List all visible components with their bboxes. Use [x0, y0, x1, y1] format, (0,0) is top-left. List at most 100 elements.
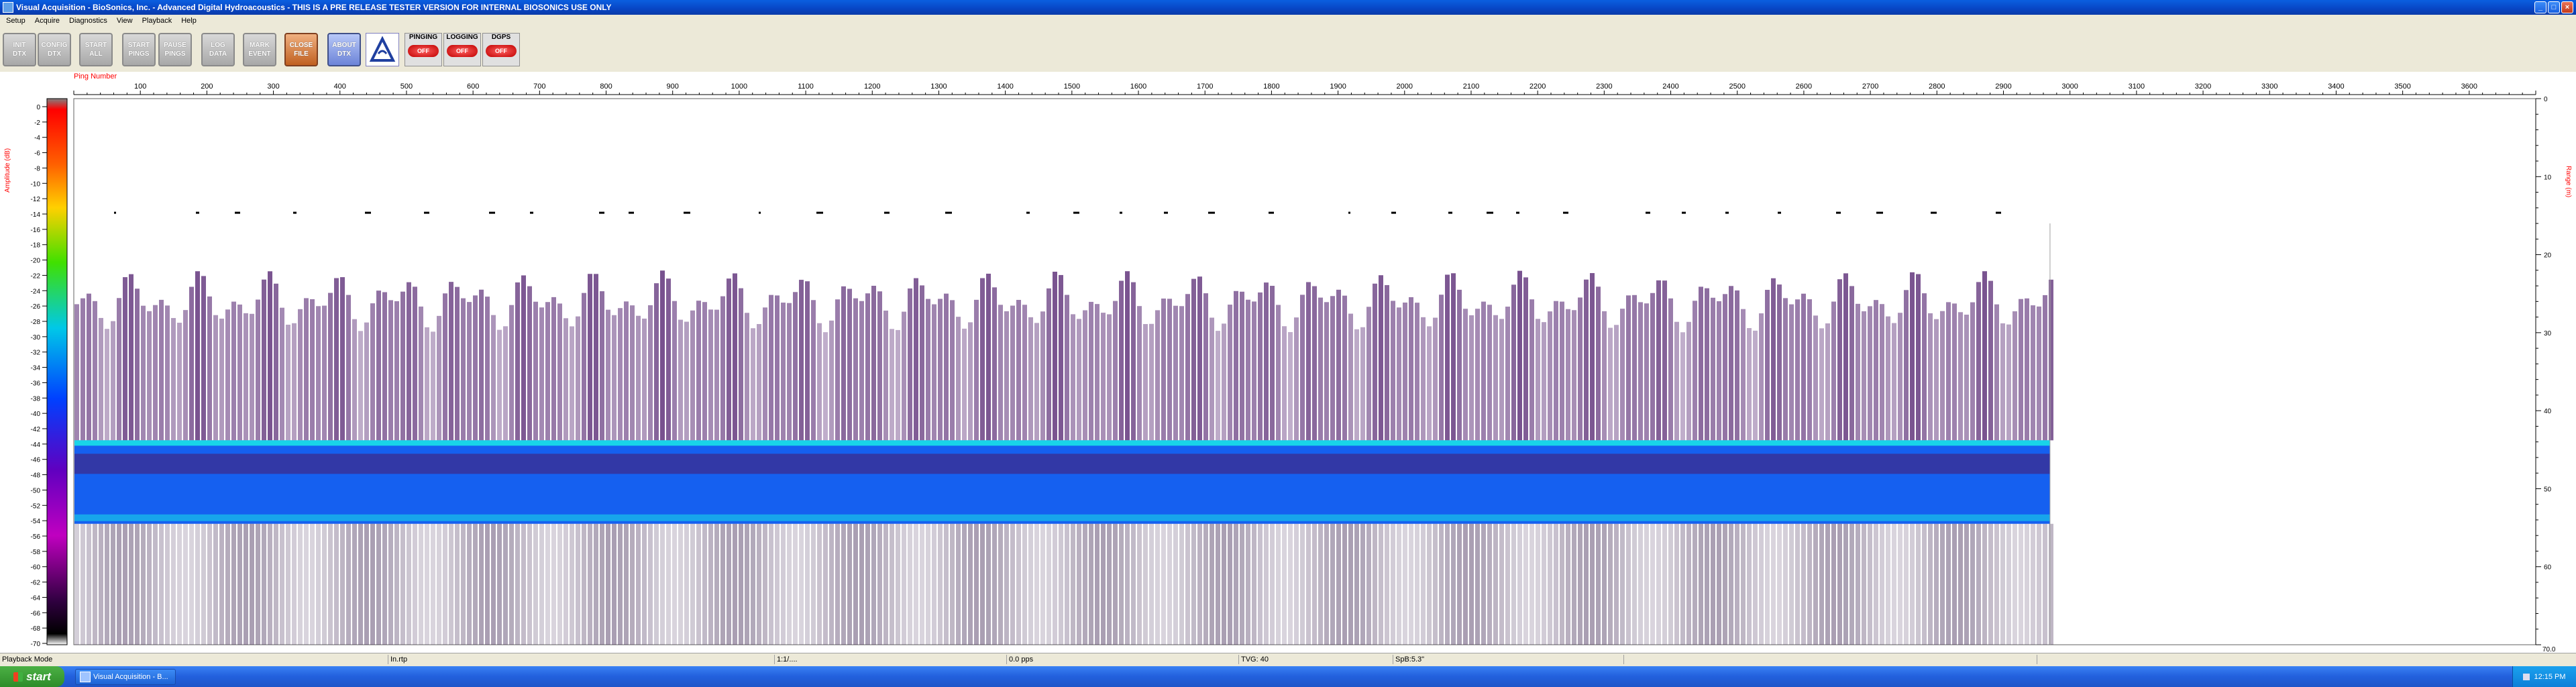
- menu-acquire[interactable]: Acquire: [30, 17, 64, 25]
- close-button[interactable]: ×: [2561, 1, 2573, 13]
- bottom-noise-column: [479, 523, 484, 645]
- bottom-noise-column: [425, 523, 429, 645]
- bottom-noise-column: [141, 523, 146, 645]
- scatter-column: [111, 321, 115, 441]
- bottom-noise-column: [1493, 523, 1498, 645]
- scatter-column: [1457, 289, 1462, 441]
- clock[interactable]: 12:15 PM: [2534, 673, 2565, 681]
- bottom-noise-column: [612, 523, 616, 645]
- logging-label: LOGGING: [446, 34, 478, 41]
- init-dtx-button[interactable]: INIT DTX: [3, 33, 36, 66]
- scatter-column: [280, 307, 284, 441]
- bottom-noise-column: [648, 523, 653, 645]
- minimize-button[interactable]: _: [2534, 1, 2546, 13]
- scatter-column: [1976, 282, 1981, 441]
- scatter-column: [545, 302, 550, 441]
- status-file: In.rtp: [388, 655, 407, 664]
- scatter-column: [944, 293, 949, 441]
- bottom-noise-column: [1288, 523, 1293, 645]
- bottom-noise-column: [1330, 523, 1335, 645]
- biosonics-logo: [366, 33, 399, 66]
- scatter-column: [1270, 286, 1275, 441]
- bottom-noise-column: [1234, 523, 1238, 645]
- bottom-noise-column: [183, 523, 188, 645]
- bottom-noise-column: [974, 523, 979, 645]
- bottom-noise-column: [570, 523, 574, 645]
- bottom-noise-column: [1747, 523, 1752, 645]
- bottom-noise-column: [1240, 523, 1244, 645]
- scatter-column: [1294, 317, 1299, 441]
- bottom-noise-column: [1427, 523, 1432, 645]
- scale-tick-label: -38: [31, 395, 41, 403]
- bottom-noise-column: [672, 523, 677, 645]
- scatter-column: [1596, 286, 1601, 441]
- scatter-column: [564, 318, 568, 441]
- tray-network-icon[interactable]: [2523, 673, 2530, 680]
- scatter-column: [1958, 312, 1963, 441]
- mark-event-button[interactable]: MARK EVENT: [243, 33, 276, 66]
- bottom-noise-column: [2019, 523, 2023, 645]
- bottom-noise-column: [678, 523, 683, 645]
- start-all-button[interactable]: START ALL: [79, 33, 113, 66]
- config-dtx-button[interactable]: CONFIG DTX: [38, 33, 71, 66]
- scatter-column: [1234, 290, 1238, 441]
- about-dtx-button[interactable]: ABOUT DTX: [327, 33, 361, 66]
- menu-view[interactable]: View: [112, 17, 138, 25]
- close-file-button[interactable]: CLOSE FILE: [284, 33, 318, 66]
- scale-tick-label: -58: [31, 549, 41, 556]
- scatter-column: [847, 288, 852, 441]
- bottom-noise-column: [1167, 523, 1172, 645]
- scatter-column: [358, 331, 363, 441]
- bottom-noise-column: [1216, 523, 1220, 645]
- menu-playback[interactable]: Playback: [138, 17, 177, 25]
- bottom-noise-column: [1801, 523, 1806, 645]
- scatter-column: [1626, 295, 1631, 441]
- menu-help[interactable]: Help: [176, 17, 201, 25]
- scatter-column: [1856, 303, 1860, 441]
- x-tick-label: 300: [267, 83, 279, 91]
- bottom-noise-column: [1101, 523, 1106, 645]
- bottom-noise-column: [1300, 523, 1305, 645]
- scatter-column: [739, 288, 743, 441]
- scatter-column: [757, 324, 761, 441]
- bottom-noise-column: [1705, 523, 1709, 645]
- bottom-noise-column: [509, 523, 514, 645]
- bottom-noise-column: [1699, 523, 1703, 645]
- bottom-noise-column: [1264, 523, 1269, 645]
- bottom-noise-column: [1125, 523, 1130, 645]
- taskbar-item-visual-acquisition[interactable]: Visual Acquisition - B...: [75, 669, 176, 685]
- scatter-column: [817, 323, 822, 441]
- scatter-column: [890, 329, 894, 441]
- bottom-noise-column: [1813, 523, 1818, 645]
- title-bar: Visual Acquisition - BioSonics, Inc. - A…: [0, 0, 2576, 15]
- bottom-noise-column: [1137, 523, 1142, 645]
- menu-diagnostics[interactable]: Diagnostics: [64, 17, 112, 25]
- scatter-column: [551, 297, 556, 441]
- scatter-column: [1584, 279, 1589, 441]
- maximize-button[interactable]: □: [2548, 1, 2560, 13]
- scatter-column: [2012, 311, 2017, 441]
- start-pings-button[interactable]: START PINGS: [122, 33, 156, 66]
- scatter-column: [189, 286, 194, 441]
- bottom-noise-column: [817, 523, 822, 645]
- scatter-column: [1505, 307, 1510, 441]
- bottom-noise-column: [1529, 523, 1534, 645]
- scatter-column: [322, 305, 327, 441]
- bottom-noise-column: [1210, 523, 1214, 645]
- scale-tick-label: -42: [31, 426, 41, 433]
- start-button[interactable]: start: [0, 666, 64, 687]
- menu-setup[interactable]: Setup: [1, 17, 30, 25]
- scale-tick-label: -6: [34, 150, 40, 158]
- band-top-edge: [74, 440, 2050, 446]
- scatter-column: [1053, 271, 1057, 441]
- surface-echo-speckle: [293, 211, 297, 214]
- pause-pings-button[interactable]: PAUSE PINGS: [158, 33, 192, 66]
- bottom-noise-column: [1463, 523, 1468, 645]
- scatter-column: [1711, 297, 1715, 441]
- echogram-svg[interactable]: Amplitude (dB) 0 -2 -4 -6 -8 -10 -12 -14 -16 -18 -…: [0, 72, 2576, 653]
- scale-tick-label: -70: [31, 641, 41, 648]
- range-tick-label: 40: [2544, 408, 2552, 415]
- scatter-column: [1771, 278, 1776, 441]
- log-data-button[interactable]: LOG DATA: [201, 33, 235, 66]
- bottom-noise-column: [1379, 523, 1383, 645]
